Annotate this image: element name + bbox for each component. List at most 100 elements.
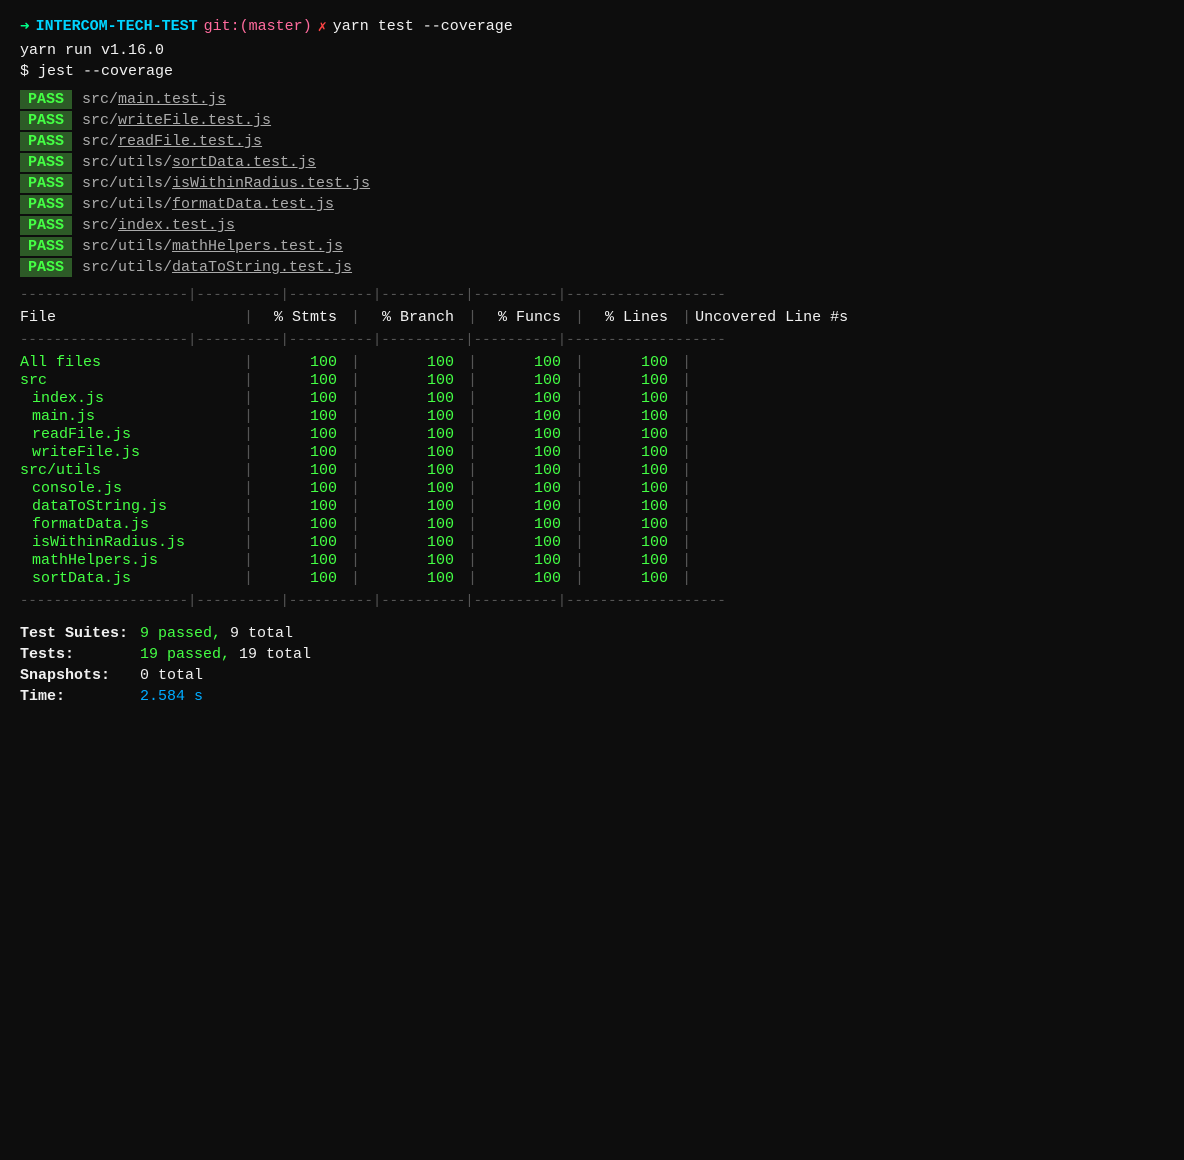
pipe: | (682, 480, 691, 497)
table-row: readFile.js | 100 | 100 | 100 | 100 | (20, 426, 1164, 443)
table-row: writeFile.js | 100 | 100 | 100 | 100 | (20, 444, 1164, 461)
row-file: src (20, 372, 240, 389)
summary-tests-label: Tests: (20, 646, 140, 663)
row-file: main.js (20, 408, 240, 425)
separator-bottom: --------------------|----------|--------… (20, 593, 1164, 609)
prompt-line: ➜ INTERCOM-TECH-TEST git:(master) ✗ yarn… (20, 16, 1164, 36)
pass-badge: PASS (20, 90, 72, 109)
row-stmts: 100 (257, 480, 347, 497)
pass-line: PASS src/utils/isWithinRadius.test.js (20, 174, 1164, 193)
table-row: main.js | 100 | 100 | 100 | 100 | (20, 408, 1164, 425)
pipe: | (682, 498, 691, 515)
table-row: sortData.js | 100 | 100 | 100 | 100 | (20, 570, 1164, 587)
summary-suites-label: Test Suites: (20, 625, 140, 642)
row-funcs: 100 (481, 480, 571, 497)
pipe: | (351, 354, 360, 371)
test-file-path: src/index.test.js (82, 217, 235, 234)
test-file-path: src/writeFile.test.js (82, 112, 271, 129)
pipe: | (468, 372, 477, 389)
pipe: | (351, 444, 360, 461)
pipe: | (468, 390, 477, 407)
row-branch: 100 (364, 570, 464, 587)
row-branch: 100 (364, 426, 464, 443)
pass-badge: PASS (20, 174, 72, 193)
row-file: mathHelpers.js (20, 552, 240, 569)
pipe: | (351, 552, 360, 569)
pass-line: PASS src/utils/formatData.test.js (20, 195, 1164, 214)
pass-line: PASS src/utils/mathHelpers.test.js (20, 237, 1164, 256)
row-stmts: 100 (257, 390, 347, 407)
row-branch: 100 (364, 408, 464, 425)
pipe: | (682, 426, 691, 443)
pipe: | (351, 372, 360, 389)
summary-snapshots-value: 0 total (140, 667, 203, 684)
summary-tests-line: Tests: 19 passed, 19 total (20, 646, 1164, 663)
table-row: dataToString.js | 100 | 100 | 100 | 100 … (20, 498, 1164, 515)
summary-snapshots-label: Snapshots: (20, 667, 140, 684)
pipe: | (244, 408, 253, 425)
test-file-path: src/utils/sortData.test.js (82, 154, 316, 171)
row-funcs: 100 (481, 570, 571, 587)
pipe: | (575, 390, 584, 407)
git-info: git:(master) (204, 18, 312, 35)
pipe: | (468, 444, 477, 461)
pipe: | (244, 480, 253, 497)
row-stmts: 100 (257, 516, 347, 533)
pass-lines-container: PASS src/main.test.js PASS src/writeFile… (20, 90, 1164, 277)
prompt-arrow: ➜ (20, 16, 30, 36)
row-branch: 100 (364, 354, 464, 371)
summary-time-line: Time: 2.584 s (20, 688, 1164, 705)
pipe: | (575, 552, 584, 569)
pipe: | (468, 480, 477, 497)
table-row: mathHelpers.js | 100 | 100 | 100 | 100 | (20, 552, 1164, 569)
col-header-branch: % Branch (364, 309, 464, 326)
pipe: | (351, 516, 360, 533)
pass-line: PASS src/writeFile.test.js (20, 111, 1164, 130)
col-header-file: File (20, 309, 240, 326)
pass-line: PASS src/utils/dataToString.test.js (20, 258, 1164, 277)
summary-snapshots-line: Snapshots: 0 total (20, 667, 1164, 684)
pipe: | (244, 552, 253, 569)
row-branch: 100 (364, 372, 464, 389)
pipe: | (468, 408, 477, 425)
coverage-table: All files | 100 | 100 | 100 | 100 | src … (20, 354, 1164, 587)
table-header-row: File | % Stmts | % Branch | % Funcs | % … (20, 309, 1164, 326)
col-header-lines: % Lines (588, 309, 678, 326)
row-branch: 100 (364, 498, 464, 515)
pipe: | (468, 570, 477, 587)
test-file-path: src/utils/isWithinRadius.test.js (82, 175, 370, 192)
summary-time-value: 2.584 s (140, 688, 203, 705)
command-text: yarn test --coverage (333, 18, 513, 35)
row-branch: 100 (364, 444, 464, 461)
pass-line: PASS src/utils/sortData.test.js (20, 153, 1164, 172)
summary-tests-passed: 19 passed, (140, 646, 230, 663)
row-branch: 100 (364, 516, 464, 533)
pass-line: PASS src/index.test.js (20, 216, 1164, 235)
col-header-funcs: % Funcs (481, 309, 571, 326)
pass-badge: PASS (20, 111, 72, 130)
pipe: | (575, 354, 584, 371)
row-branch: 100 (364, 534, 464, 551)
row-funcs: 100 (481, 498, 571, 515)
row-lines: 100 (588, 408, 678, 425)
pass-badge: PASS (20, 153, 72, 172)
table-row: All files | 100 | 100 | 100 | 100 | (20, 354, 1164, 371)
pipe: | (351, 480, 360, 497)
pipe: | (682, 444, 691, 461)
row-stmts: 100 (257, 462, 347, 479)
row-branch: 100 (364, 390, 464, 407)
pipe: | (244, 354, 253, 371)
pipe: | (682, 570, 691, 587)
row-funcs: 100 (481, 462, 571, 479)
row-stmts: 100 (257, 534, 347, 551)
pipe: | (575, 408, 584, 425)
pipe: | (682, 516, 691, 533)
pipe: | (468, 426, 477, 443)
row-lines: 100 (588, 534, 678, 551)
row-file: readFile.js (20, 426, 240, 443)
row-funcs: 100 (481, 426, 571, 443)
row-funcs: 100 (481, 516, 571, 533)
row-branch: 100 (364, 480, 464, 497)
row-funcs: 100 (481, 444, 571, 461)
separator-mid: --------------------|----------|--------… (20, 332, 1164, 348)
